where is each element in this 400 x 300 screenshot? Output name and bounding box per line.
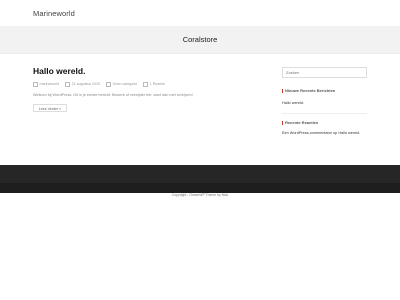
post-title-link[interactable]: Hallo wereld.	[33, 66, 85, 76]
footer-bottom: Copyright - OceanWP Theme by Nick	[0, 183, 400, 197]
site-title-link[interactable]: Marineworld	[33, 9, 75, 18]
meta-replies-text: 1 Reactie	[149, 82, 165, 87]
copyright-text: Copyright - OceanWP Theme by Nick	[171, 193, 229, 197]
post-meta: marineworld 21 augustus 2020 Geen catego…	[33, 82, 170, 87]
divider	[282, 113, 367, 114]
meta-category-text: Geen categorie	[112, 82, 138, 87]
meta-date-text: 21 augustus 2020	[71, 82, 101, 87]
folder-icon	[106, 82, 112, 87]
comment-post-link[interactable]: Hallo wereld.	[338, 131, 360, 135]
recent-comments-title: Recente Reacties	[282, 120, 318, 125]
comment-icon	[143, 82, 149, 87]
recent-posts-title: Nieuwe Recente Berichten	[282, 88, 335, 93]
meta-category[interactable]: Geen categorie	[106, 82, 138, 87]
read-more-button[interactable]: Lees Verder »	[33, 104, 67, 112]
recent-posts-title-text: Nieuwe Recente Berichten	[285, 88, 336, 93]
recent-post-link[interactable]: Hallo wereld.	[282, 101, 304, 105]
clock-icon	[65, 82, 71, 87]
accent-bar	[282, 88, 283, 93]
accent-bar	[282, 120, 283, 125]
recent-comments-title-text: Recente Reacties	[285, 120, 319, 125]
banner-title: Coralstore	[182, 35, 218, 44]
search-input[interactable]	[282, 67, 367, 78]
meta-replies[interactable]: 1 Reactie	[143, 82, 165, 87]
user-icon	[33, 82, 38, 87]
meta-author-text: marineworld	[39, 82, 60, 87]
page-banner: Coralstore	[0, 26, 400, 54]
site-header: Marineworld	[0, 0, 400, 26]
meta-author[interactable]: marineworld	[33, 82, 60, 87]
comment-author-link[interactable]: Een WordPress-commentator	[282, 131, 332, 135]
post-excerpt: Welkom bij WordPress. Dit is je eerste b…	[33, 93, 193, 97]
recent-comment: Een WordPress-commentator op Hallo werel…	[282, 131, 360, 135]
meta-date: 21 augustus 2020	[65, 82, 101, 87]
comment-on-text: op	[333, 131, 338, 135]
